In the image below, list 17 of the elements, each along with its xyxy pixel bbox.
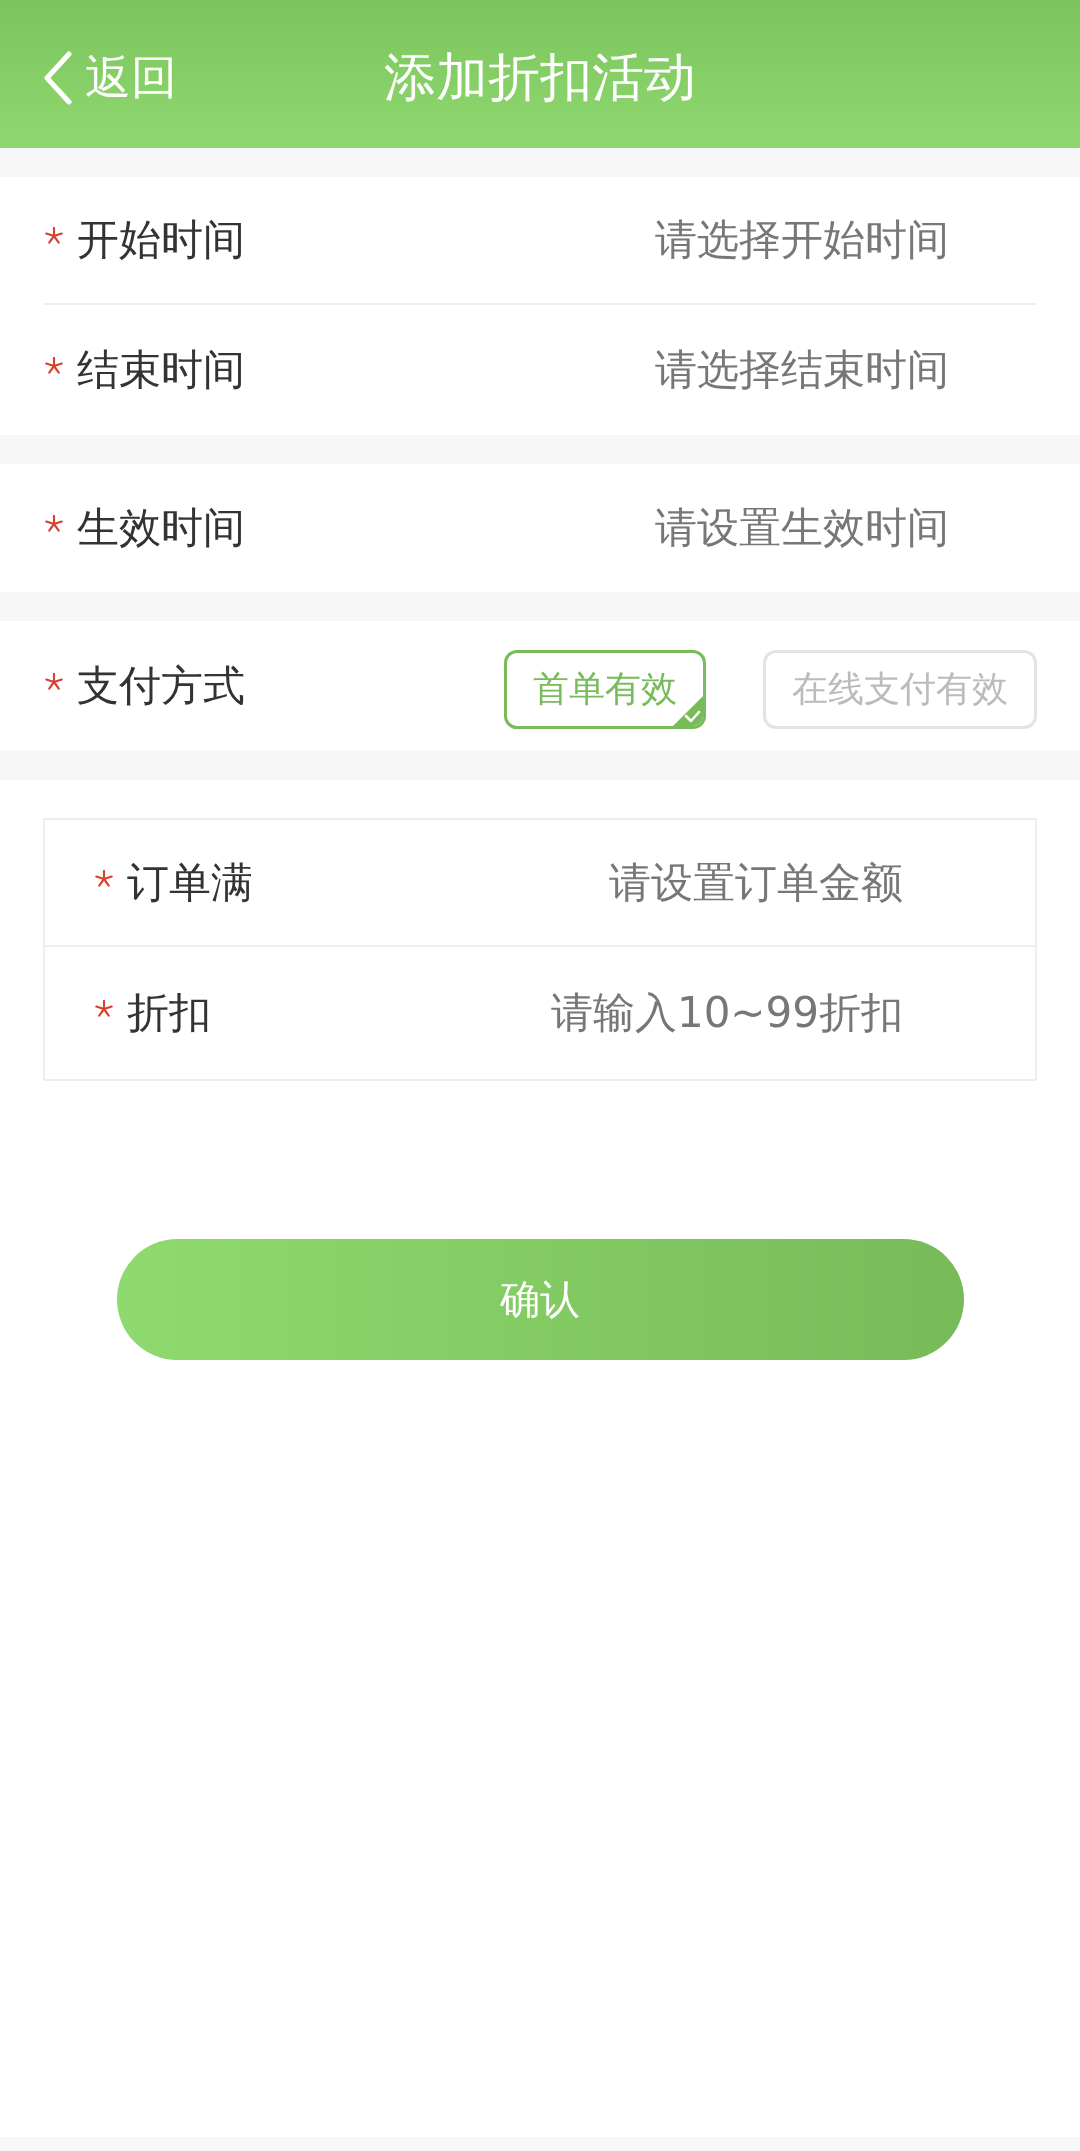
input-field[interactable]: 请输入10~99折扣 bbox=[550, 985, 903, 1041]
select-field[interactable]: 请设置生效时间 bbox=[655, 500, 949, 556]
confirm-button[interactable]: 确认 bbox=[116, 1239, 964, 1360]
option-button[interactable]: 在线支付有效 bbox=[763, 650, 1037, 729]
field-label: 支付方式 bbox=[77, 659, 245, 712]
field-label: 生效时间 bbox=[77, 502, 245, 554]
field-label: 结束时间 bbox=[77, 344, 245, 396]
select-field[interactable]: 请选择开始时间 bbox=[655, 212, 949, 268]
option-button[interactable]: 首单有效 bbox=[504, 650, 706, 729]
select-field[interactable]: 请选择结束时间 bbox=[655, 342, 949, 398]
field-label: 订单满 bbox=[127, 856, 253, 909]
page-title: 添加折扣活动 bbox=[384, 46, 696, 109]
field-label: 折扣 bbox=[127, 987, 211, 1039]
input-field[interactable]: 请设置订单金额 bbox=[609, 854, 903, 911]
field-label: 开始时间 bbox=[77, 214, 245, 266]
back-chevron-icon bbox=[43, 51, 73, 105]
back-button[interactable]: 返回 bbox=[43, 47, 177, 109]
